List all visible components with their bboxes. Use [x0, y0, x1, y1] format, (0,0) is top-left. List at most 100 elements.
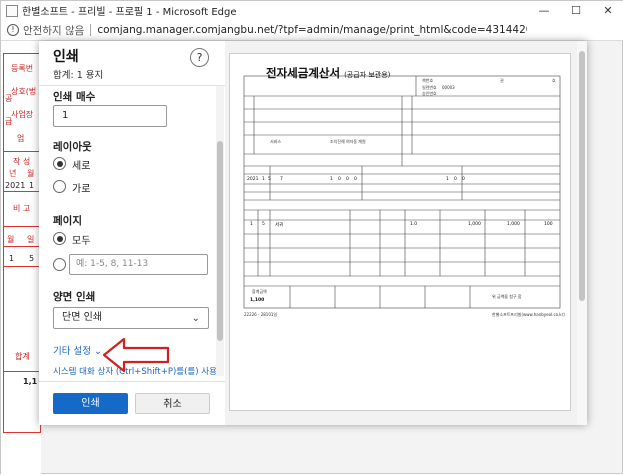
book-no-label: 책번호 — [422, 78, 434, 83]
bg-cell: 공 — [5, 94, 13, 103]
background-rule — [3, 266, 41, 267]
pages-all-radio[interactable] — [53, 232, 66, 245]
invoice-day: 5 — [268, 177, 271, 182]
book-ho-label: 호 — [552, 78, 556, 83]
layout-portrait-label[interactable]: 세로 — [72, 157, 90, 172]
approval-label: 승인번호 — [422, 91, 437, 96]
supplier-name: 서비스 — [270, 139, 282, 144]
supply-digit: 0 — [346, 177, 349, 182]
bg-cell: 월 — [7, 235, 15, 244]
print-preview: 전자세금계산서 (공급자 보관용) 책번호 권 호 일련번호 00003 승인번… — [225, 41, 587, 425]
supply-digit: 0 — [338, 177, 341, 182]
bg-cell: 상호(법 — [11, 87, 37, 96]
pages-all-label[interactable]: 모두 — [72, 232, 90, 247]
layout-landscape-radio[interactable] — [53, 180, 66, 193]
tax-digit: 0 — [454, 177, 457, 182]
app-icon — [6, 4, 18, 17]
supplier-address: 조치진해 여자동 계원 — [330, 139, 366, 144]
bg-cell: 1,1 — [23, 377, 38, 386]
window-title: 한별소프트 - 프리빌 - 프로필 1 - Microsoft Edge — [22, 7, 237, 18]
address-bar[interactable]: ! 안전하지 않음 comjang.manager.comjangbu.net/… — [1, 20, 623, 41]
bg-cell: 사업장 — [11, 110, 34, 119]
copies-input[interactable]: 1 — [53, 105, 167, 127]
pages-custom-input[interactable]: 예: 1-5, 8, 11-13 — [69, 254, 208, 275]
item-month: 1 — [250, 222, 253, 227]
settings-scroll-area[interactable]: 인쇄 매수 1 레이아웃 세로 가로 페이지 모두 예: 1-5, 8, 11-… — [39, 86, 216, 376]
blank-count: 7 — [280, 177, 283, 182]
invoice-title-text: 전자세금계산서 — [266, 66, 341, 80]
bg-cell: 2021 — [5, 181, 26, 190]
duplex-value: 단면 인쇄 — [62, 312, 102, 323]
copies-label: 인쇄 매수 — [53, 91, 96, 103]
print-settings-panel: 인쇄 합계: 1 용지 ? 인쇄 매수 1 레이아웃 세로 가로 페이지 모두 … — [39, 41, 225, 425]
pages-custom-radio[interactable] — [53, 258, 66, 271]
address-divider — [90, 24, 92, 36]
preview-scroll-thumb[interactable] — [579, 51, 585, 301]
background-rule — [3, 151, 41, 152]
item-supply-amount: 1,000 — [507, 222, 520, 227]
item-day: 5 — [262, 222, 265, 227]
invoice-title: 전자세금계산서 (공급자 보관용) — [266, 65, 390, 81]
total-label: 합계금액 — [252, 289, 267, 294]
help-icon[interactable]: ? — [190, 48, 209, 67]
invoice-month: 1 — [262, 177, 265, 182]
duplex-select[interactable]: 단면 인쇄 ⌄ — [53, 307, 209, 329]
browser-window: 한별소프트 - 프리빌 - 프로필 1 - Microsoft Edge — ☐… — [0, 0, 623, 475]
security-label[interactable]: 안전하지 않음 — [23, 23, 84, 38]
background-page: 등록번 상호(법 공 사업장 급 업 작 성 년 월 2021 1 비 고 월 … — [1, 41, 41, 475]
item-quantity: 1.0 — [410, 222, 418, 227]
bg-cell: 업 — [17, 134, 25, 143]
url-text[interactable]: comjang.manager.comjangbu.net/?tpf=admin… — [97, 24, 527, 36]
more-settings-link[interactable]: 기타 설정 ⌄ — [53, 343, 102, 357]
item-name: 서귀 — [275, 223, 284, 228]
bg-cell: 년 — [9, 169, 17, 178]
minimize-button[interactable]: — — [529, 1, 559, 20]
preview-page: 전자세금계산서 (공급자 보관용) 책번호 권 호 일련번호 00003 승인번… — [229, 53, 571, 411]
serial-value: 00003 — [442, 85, 455, 90]
claim-text: 위 금액을 청구 함 — [492, 294, 522, 299]
invoice-year: 2021 — [247, 177, 259, 182]
item-unit-price: 1,000 — [468, 222, 481, 227]
dialog-title: 인쇄 — [53, 49, 79, 65]
cancel-button[interactable]: 취소 — [135, 393, 210, 414]
settings-scroll-thumb[interactable] — [217, 141, 223, 341]
title-bar: 한별소프트 - 프리빌 - 프로필 1 - Microsoft Edge — ☐… — [1, 1, 623, 20]
supply-digit: 1 — [330, 177, 333, 182]
background-rule — [3, 371, 41, 372]
footer-left: 22226 - 28101일 — [244, 312, 278, 317]
item-tax-amount: 100 — [544, 222, 553, 227]
bg-cell: 합계 — [15, 352, 30, 361]
background-rule — [3, 191, 41, 192]
preview-scrollbar[interactable] — [577, 41, 587, 425]
print-button[interactable]: 인쇄 — [53, 393, 128, 414]
tax-digit: 0 — [462, 177, 465, 182]
duplex-label: 양면 인쇄 — [53, 291, 96, 303]
invoice-grid — [243, 75, 561, 309]
sheet-summary: 합계: 1 용지 — [53, 70, 104, 81]
red-arrow-annotation — [102, 337, 170, 373]
supply-digit: 0 — [354, 177, 357, 182]
chevron-down-icon: ⌄ — [94, 346, 102, 357]
close-button[interactable]: ✕ — [593, 1, 623, 20]
settings-scrollbar[interactable] — [216, 86, 224, 376]
bg-cell: 1 — [9, 254, 15, 263]
bg-cell: 월 — [27, 169, 35, 178]
layout-portrait-radio[interactable] — [53, 157, 66, 170]
bg-cell: 일 — [27, 235, 35, 244]
layout-label: 레이아웃 — [53, 141, 92, 153]
background-rule — [3, 246, 41, 247]
pages-label: 페이지 — [53, 215, 82, 227]
invoice-subtitle: (공급자 보관용) — [344, 71, 391, 79]
layout-landscape-label[interactable]: 가로 — [72, 180, 90, 195]
dialog-footer: 인쇄 취소 — [39, 381, 225, 425]
bg-cell: 등록번 — [11, 64, 34, 73]
more-settings-label: 기타 설정 — [53, 346, 91, 357]
print-dialog: 인쇄 합계: 1 용지 ? 인쇄 매수 1 레이아웃 세로 가로 페이지 모두 … — [39, 41, 587, 425]
tax-digit: 1 — [446, 177, 449, 182]
restore-button[interactable]: ☐ — [561, 1, 591, 20]
warning-icon[interactable]: ! — [7, 24, 19, 36]
background-rule — [3, 226, 41, 227]
bg-cell: 비 고 — [13, 204, 31, 213]
bg-cell: 1 — [29, 181, 35, 190]
total-value: 1,100 — [250, 298, 265, 303]
